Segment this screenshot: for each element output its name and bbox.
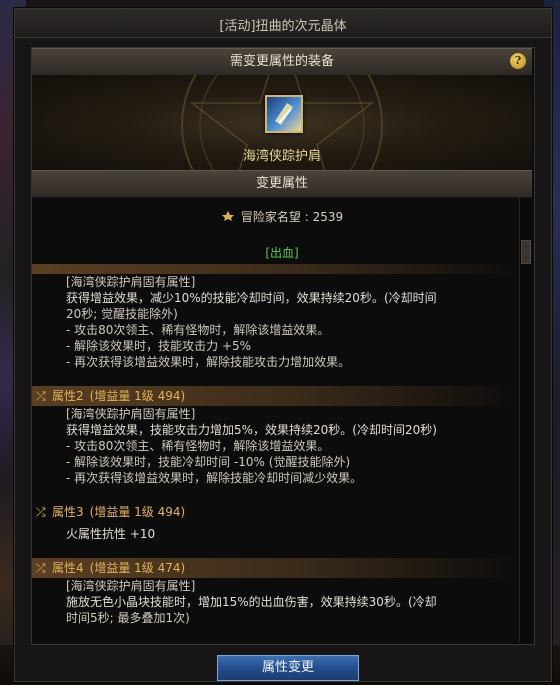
attr1-tag: [海湾侠踪护肩固有属性] <box>66 275 196 289</box>
attr4-line: 时间5秒; 最多叠加1次) <box>66 611 190 625</box>
attr-list-area: 冒险家名望 : 2539 [出血] [海湾侠踪护肩固有属性] 获得增益效果，减少… <box>32 198 532 642</box>
shuffle-icon: ⤮ <box>36 389 46 403</box>
attr3-meta: (增益量 1级 494) <box>89 505 186 519</box>
help-icon[interactable]: ? <box>510 53 526 69</box>
attr-block-1: [海湾侠踪护肩固有属性] 获得增益效果，减少10%的技能冷却时间，效果持续20秒… <box>32 264 518 370</box>
attr4-meta: (增益量 1级 474) <box>89 561 186 575</box>
attr2-header[interactable]: ⤮ 属性2 (增益量 1级 494) <box>32 386 518 406</box>
attr-block-4: ⤮ 属性4 (增益量 1级 474) [海湾侠踪护肩固有属性] 施放无色小晶块技能… <box>32 558 518 626</box>
attr4-line: 施放无色小晶块技能时，增加15%的出血伤害，效果持续30秒。(冷却 <box>66 595 437 609</box>
scrollbar[interactable] <box>519 198 531 642</box>
attr-block-3: ⤮ 属性3 (增益量 1级 494) 火属性抗性 +10 <box>32 502 518 542</box>
attr-scroll-content[interactable]: [海湾侠踪护肩固有属性] 获得增益效果，减少10%的技能冷却时间，效果持续20秒… <box>32 264 518 642</box>
attr-section-header: 变更属性 <box>32 170 532 198</box>
shoulder-armor-icon[interactable] <box>265 95 303 133</box>
attr1-line: 获得增益效果，减少10%的技能冷却时间，效果持续20秒。(冷却时间 <box>66 291 437 305</box>
bleed-tag: [出血] <box>265 246 299 260</box>
crystal-window: [活动]扭曲的次元晶体 需变更属性的装备 ? 海湾侠踪护肩 变更属性 冒险家名望… <box>14 8 552 682</box>
shuffle-icon: ⤮ <box>36 561 46 575</box>
attr2-line: - 攻击80次领主、稀有怪物时，解除该增益效果。 <box>66 439 330 453</box>
attr2-tag: [海湾侠踪护肩固有属性] <box>66 407 196 421</box>
attr4-tag: [海湾侠踪护肩固有属性] <box>66 579 196 593</box>
scrollbar-thumb[interactable] <box>521 240 531 264</box>
change-attribute-button[interactable]: 属性变更 <box>217 655 359 681</box>
attr1-line: - 攻击80次领主、稀有怪物时，解除该增益效果。 <box>66 323 330 337</box>
attr1-line: - 解除该效果时，技能攻击力 +5% <box>66 339 252 353</box>
attr1-line: 20秒; 觉醒技能除外) <box>66 307 178 321</box>
attr1-line: - 再次获得该增益效果时，解除技能攻击力增加效果。 <box>66 355 351 369</box>
attr4-header[interactable]: ⤮ 属性4 (增益量 1级 474) <box>32 558 518 578</box>
window-title: [活动]扭曲的次元晶体 <box>219 19 347 34</box>
fame-icon <box>221 211 234 221</box>
attr-block-2: ⤮ 属性2 (增益量 1级 494) [海湾侠踪护肩固有属性] 获得增益效果，技能… <box>32 386 518 486</box>
main-panel: 需变更属性的装备 ? 海湾侠踪护肩 变更属性 冒险家名望: 2539 [出血]… <box>31 47 535 645</box>
shuffle-icon: ⤮ <box>36 505 46 519</box>
attr1-header[interactable] <box>32 264 518 274</box>
equip-section-title: 需变更属性的装备 <box>229 54 334 69</box>
attr2-line: - 再次获得该增益效果时，解除技能冷却时间减少效果。 <box>66 471 363 485</box>
attr2-line: - 解除该效果时，技能冷却时间 -10% (觉醒技能除外) <box>66 455 351 469</box>
equip-section-header: 需变更属性的装备 ? <box>32 48 532 76</box>
attr2-name: 属性2 <box>52 389 84 403</box>
fame-row: 冒险家名望 : 2539 <box>32 208 532 225</box>
attr-section-title: 变更属性 <box>255 176 308 191</box>
attr2-meta: (增益量 1级 494) <box>89 389 186 403</box>
fame-label: 冒险家名望 : 2539 <box>240 210 344 224</box>
item-name: 海湾侠踪护肩 <box>242 149 321 164</box>
equip-slot-area: 海湾侠踪护肩 <box>32 75 532 171</box>
attr4-name: 属性4 <box>52 561 84 575</box>
attr2-line: 获得增益效果，技能攻击力增加5%，效果持续20秒。(冷却时间20秒) <box>66 423 437 437</box>
attr3-line: 火属性抗性 +10 <box>66 527 156 541</box>
attr3-name: 属性3 <box>52 505 84 519</box>
window-titlebar[interactable]: [活动]扭曲的次元晶体 <box>15 9 551 38</box>
attr3-header[interactable]: ⤮ 属性3 (增益量 1级 494) <box>32 502 518 522</box>
